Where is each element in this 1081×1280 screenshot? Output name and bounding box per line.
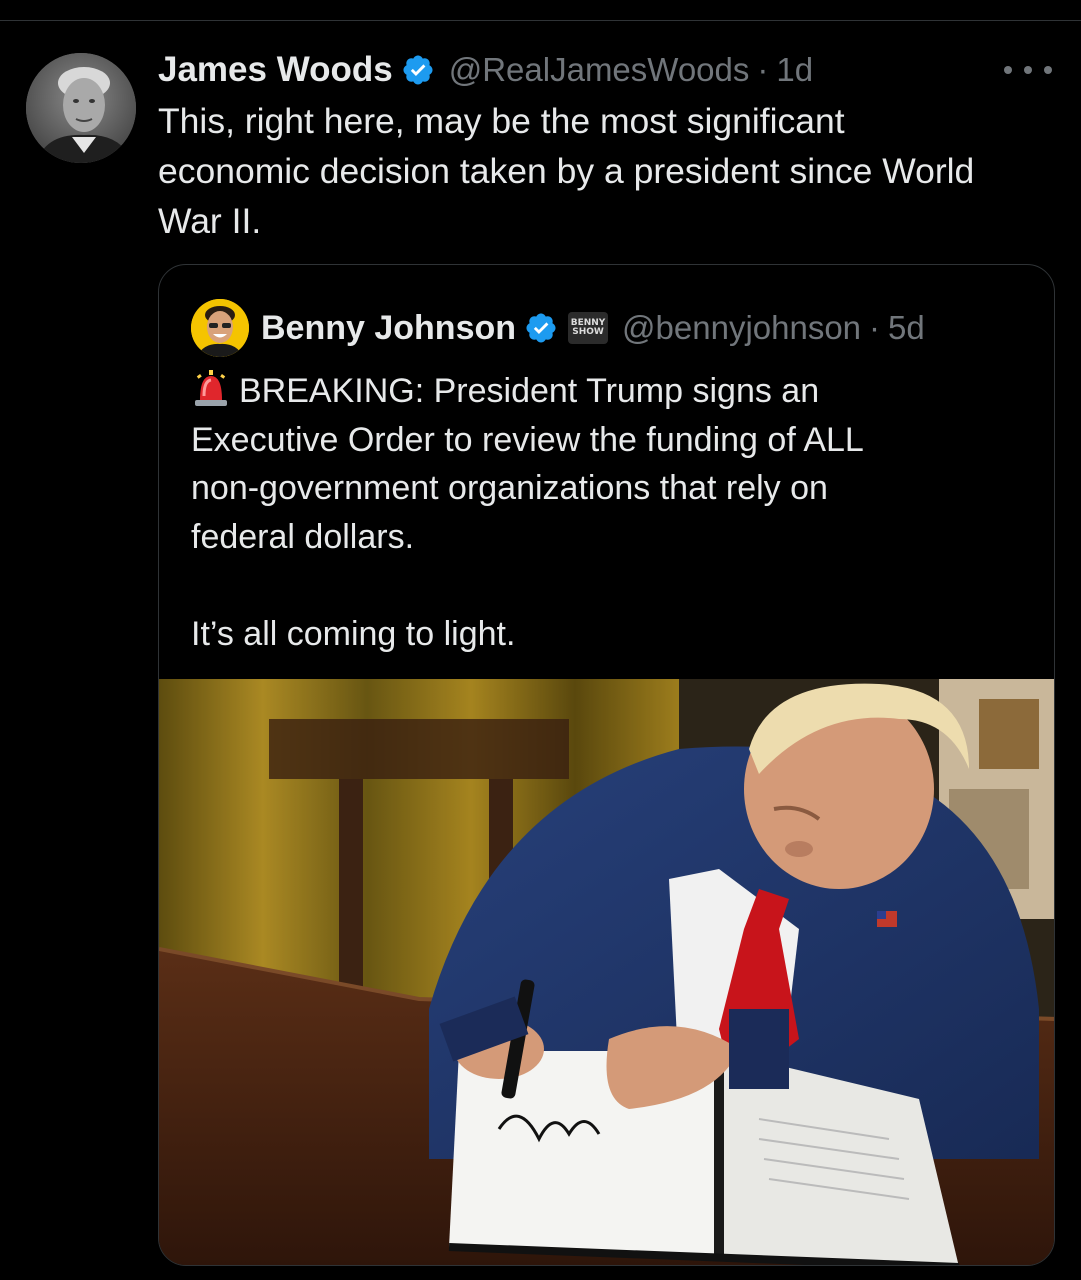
quoted-text-closing: It’s all coming to light. xyxy=(191,614,516,653)
quoted-tweet-photo[interactable] xyxy=(159,679,1054,1265)
quoted-text-line-2: Executive Order to review the funding of… xyxy=(191,420,864,459)
author-name[interactable]: James Woods xyxy=(158,50,393,90)
quoted-tweet-text: BREAKING: President Trump signs an Execu… xyxy=(191,367,1031,658)
affiliate-badge-text-2: SHOW xyxy=(572,327,604,337)
quoted-text-line: BREAKING: President Trump signs an xyxy=(191,367,1031,416)
author-handle[interactable]: @RealJamesWoods xyxy=(449,51,750,89)
quoted-tweet-timestamp[interactable]: 5d xyxy=(888,309,925,347)
quoted-author-handle[interactable]: @bennyjohnson xyxy=(622,309,861,347)
tweet-timestamp[interactable]: 1d xyxy=(776,51,813,89)
affiliate-badge-logo[interactable]: BENNY SHOW xyxy=(568,312,609,344)
tweet-text: This, right here, may be the most signif… xyxy=(158,101,975,241)
quoted-text-line-3: non-government organizations that rely o… xyxy=(191,469,828,507)
verified-badge-icon xyxy=(403,55,433,85)
quoted-author-name[interactable]: Benny Johnson xyxy=(261,309,516,348)
author-avatar[interactable] xyxy=(26,53,136,163)
quoted-text-line-1: BREAKING: President Trump signs an xyxy=(239,372,820,410)
quoted-text-line-4: federal dollars. xyxy=(191,517,415,556)
top-divider xyxy=(0,20,1081,21)
police-light-emoji-icon xyxy=(195,370,227,406)
more-options-icon[interactable] xyxy=(1004,60,1052,80)
quoted-tweet-card[interactable]: Benny Johnson BENNY SHOW @bennyjohnson ·… xyxy=(158,264,1055,1266)
tweet-header: James Woods @RealJamesWoods · 1d xyxy=(158,48,813,92)
separator-dot: · xyxy=(757,51,769,88)
quoted-author-avatar[interactable] xyxy=(191,299,249,357)
quoted-tweet-header: Benny Johnson BENNY SHOW @bennyjohnson ·… xyxy=(191,297,925,359)
separator-dot: · xyxy=(869,309,881,346)
verified-badge-icon xyxy=(526,313,556,343)
